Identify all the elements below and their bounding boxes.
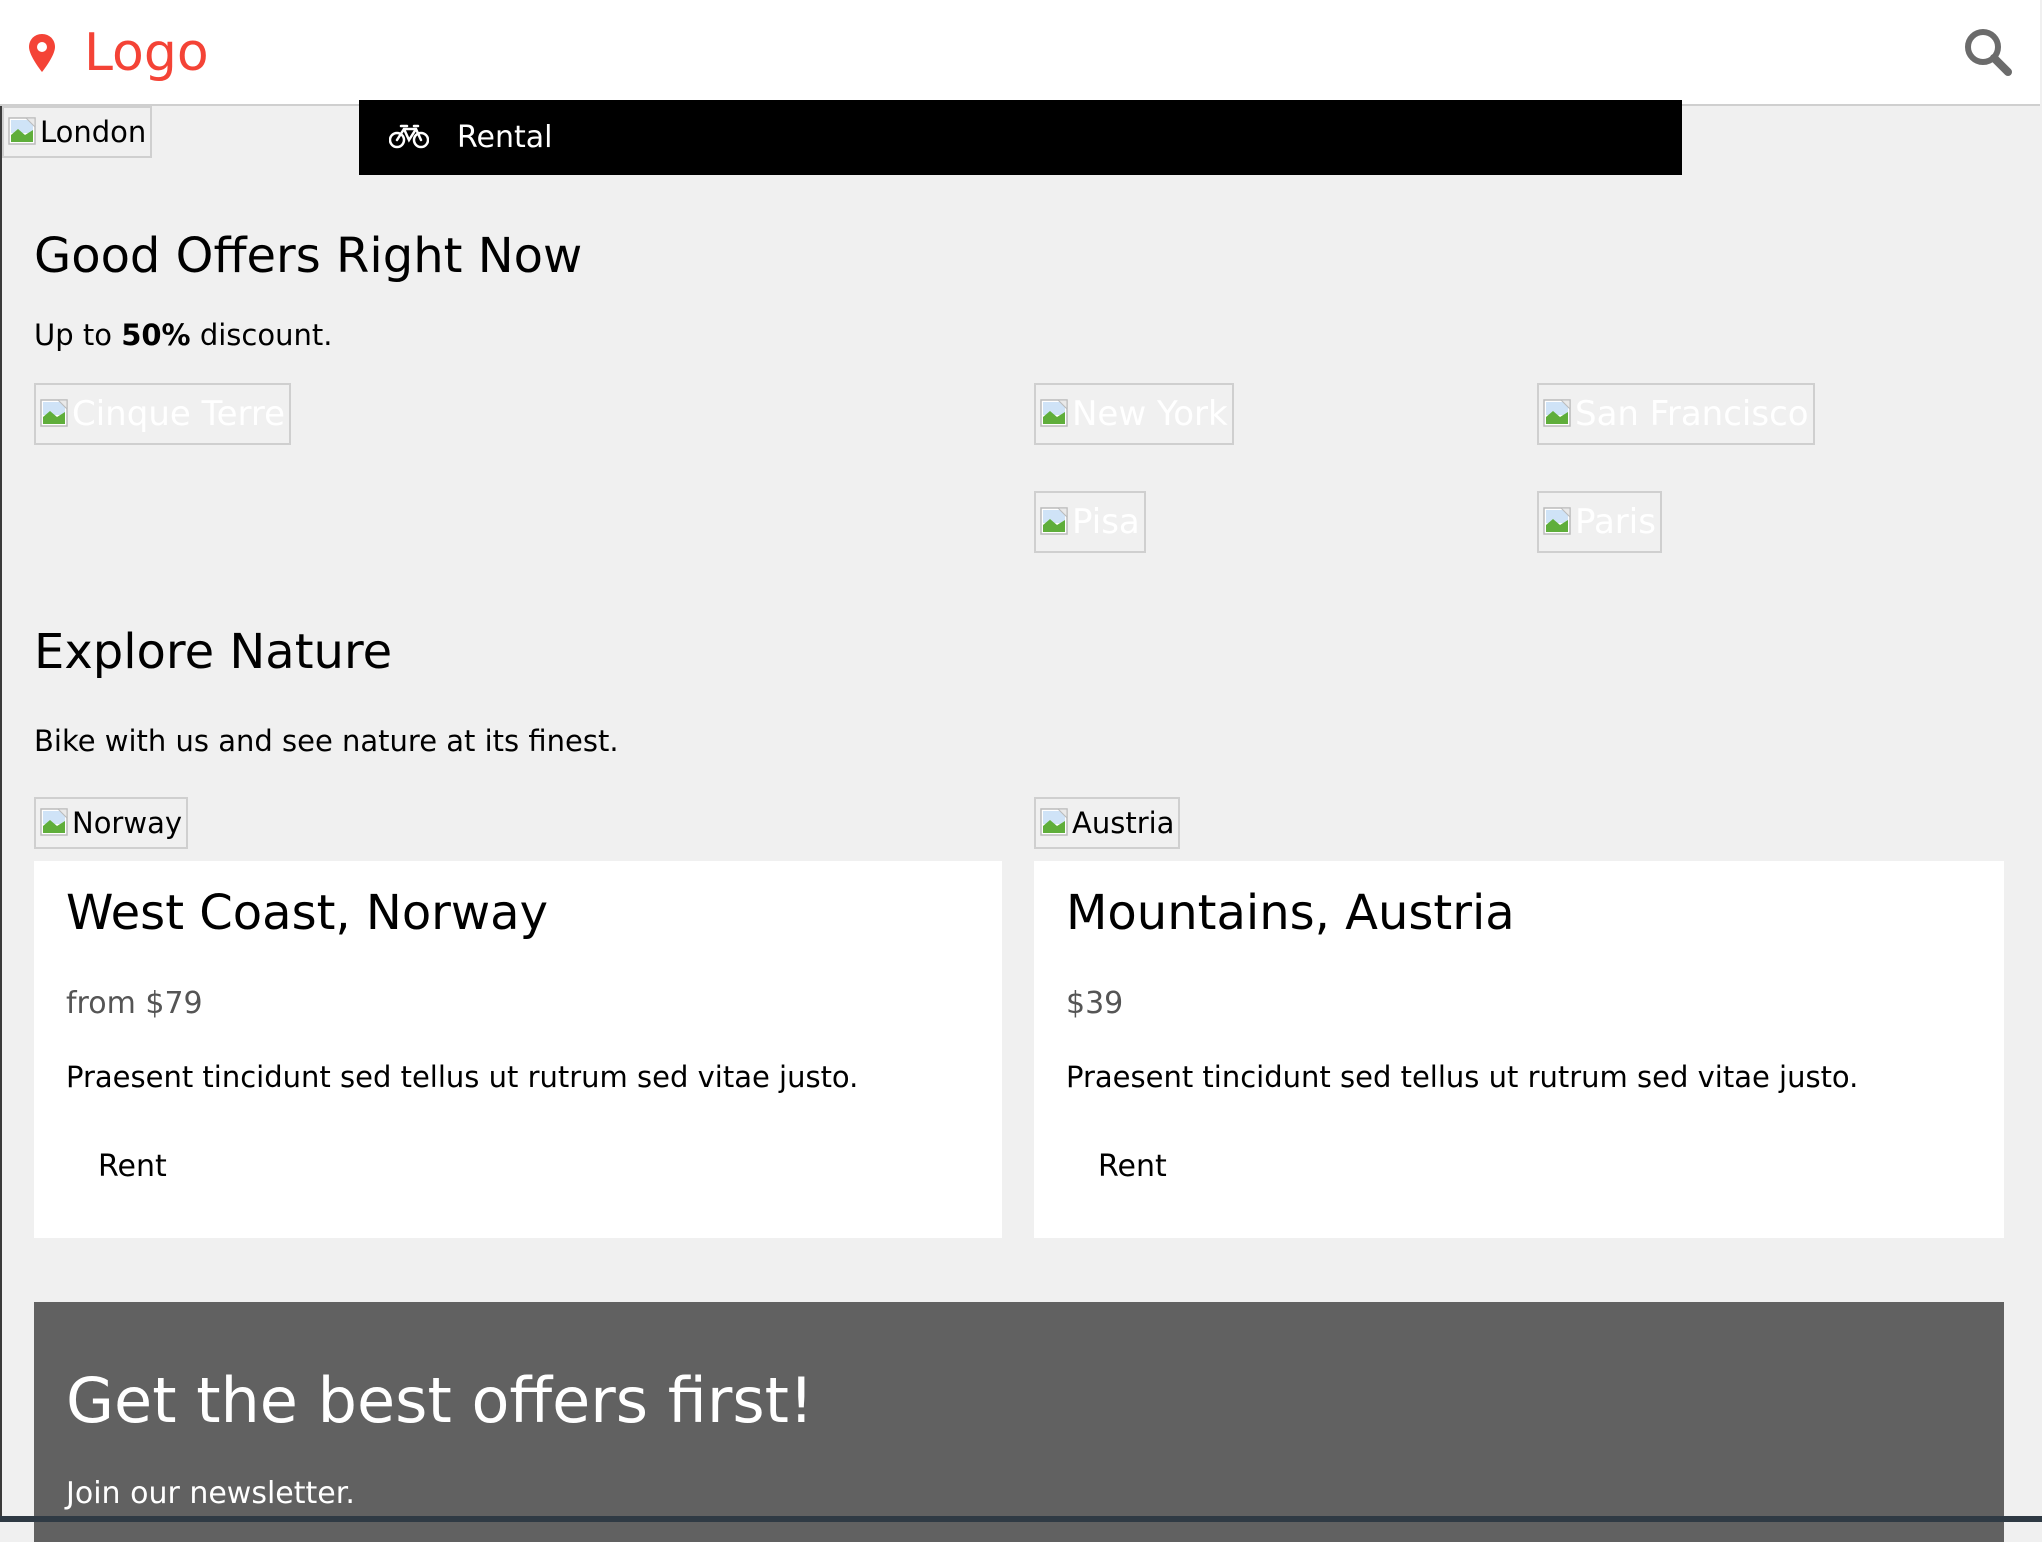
card-description: Praesent tincidunt sed tellus ut rutrum … [1066,1060,1859,1094]
austria-card: Mountains, Austria $39 Praesent tincidun… [1034,861,2004,1238]
broken-image-icon [8,117,38,147]
card-description: Praesent tincidunt sed tellus ut rutrum … [66,1060,859,1094]
broken-image-icon [1040,399,1070,429]
search-button[interactable] [1962,26,2014,78]
card-price: $39 [1066,986,1124,1021]
window-edge [0,0,2,1522]
nature-title: Explore Nature [34,624,393,680]
newsletter-title: Get the best offers first! [66,1364,814,1437]
logo-link[interactable]: Logo [28,18,209,88]
austria-image: Austria [1034,797,1181,849]
hero-image: London [2,106,153,158]
rent-button[interactable]: Rent [98,1149,167,1184]
bicycle-icon [388,123,430,153]
nature-subtitle: Bike with us and see nature at its fines… [34,724,619,758]
broken-image-icon [40,399,70,429]
top-navigation-bar: Logo [0,0,2040,106]
rent-button[interactable]: Rent [1098,1149,1167,1184]
logo-text: Logo [84,23,209,83]
newsletter-subtitle: Join our newsletter. [66,1476,355,1511]
rental-tab[interactable]: Rental [457,120,552,155]
norway-image: Norway [34,797,189,849]
norway-card: West Coast, Norway from $79 Praesent tin… [34,861,1002,1238]
broken-image-icon [1543,399,1573,429]
rental-bar: Rental [359,100,1682,175]
broken-image-icon [1543,507,1573,537]
offer-image-new-york: New York [1034,383,1234,445]
broken-image-icon [1040,507,1070,537]
offer-image-pisa: Pisa [1034,491,1146,553]
offer-image-san-francisco: San Francisco [1537,383,1815,445]
map-marker-icon [28,33,56,73]
screen-bottom-edge [0,1516,2042,1522]
offer-image-paris: Paris [1537,491,1662,553]
offer-image-cinque-terre: Cinque Terre [34,383,292,445]
newsletter-section: Get the best offers first! Join our news… [34,1302,2004,1542]
offers-title: Good Offers Right Now [34,228,583,284]
offers-subtitle: Up to 50% discount. [34,318,333,352]
broken-image-icon [40,808,70,838]
card-title: Mountains, Austria [1066,885,1515,941]
search-icon [1962,29,2014,82]
broken-image-icon [1040,808,1070,838]
card-price: from $79 [66,986,203,1021]
card-title: West Coast, Norway [66,885,548,941]
